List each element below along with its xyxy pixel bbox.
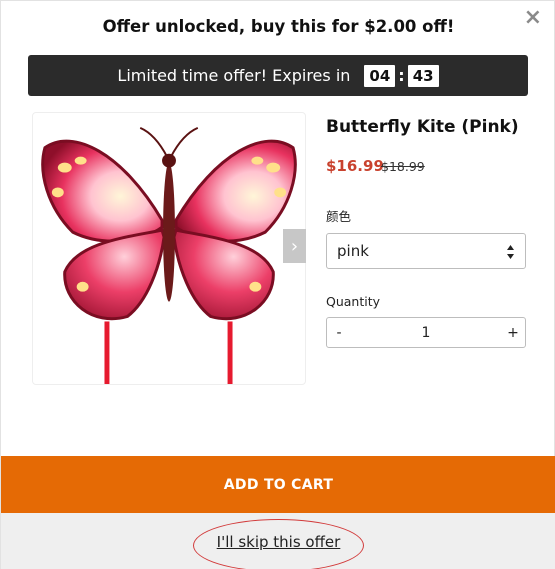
countdown-separator: : [398,66,405,85]
countdown-seconds: 43 [407,64,439,87]
countdown-minutes: 04 [364,64,396,87]
add-to-cart-button[interactable]: ADD TO CART [1,456,555,513]
color-select[interactable]: pink [326,233,526,269]
quantity-value[interactable]: 1 [351,325,501,341]
quantity-label: Quantity [326,294,381,309]
modal-footer: I'll skip this offer [1,513,555,569]
offer-title: Offer unlocked, buy this for $2.00 off! [102,17,455,36]
sale-price: $16.99 [326,157,384,175]
quantity-increase-button[interactable]: + [501,325,525,341]
butterfly-kite-image [41,126,297,384]
compare-price: $18.99 [381,159,425,174]
countdown-bar: Limited time offer! Expires in 04 : 43 [28,55,528,96]
quantity-stepper: - 1 + [326,317,526,348]
color-option-label: 颜色 [326,209,352,224]
next-image-button[interactable]: › [283,229,306,263]
product-image [32,112,306,385]
quantity-decrease-button[interactable]: - [327,325,351,341]
countdown-label: Limited time offer! Expires in [117,66,351,85]
product-title: Butterfly Kite (Pink) [326,117,519,137]
color-select-value: pink [337,242,369,260]
select-arrows-icon [507,245,514,259]
upsell-modal: × Offer unlocked, buy this for $2.00 off… [0,0,555,569]
skip-offer-link[interactable]: I'll skip this offer [1,533,555,551]
